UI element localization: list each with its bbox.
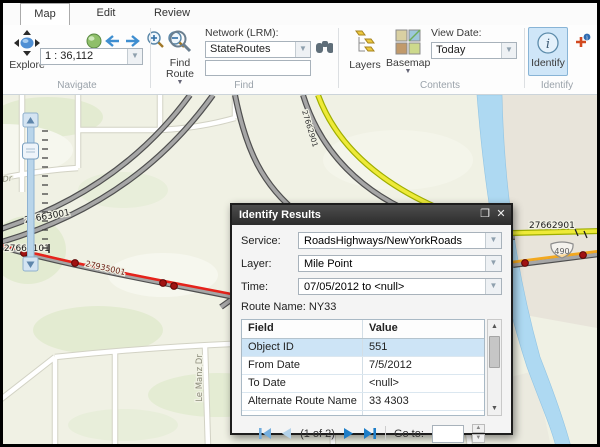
layer-label: Layer: [241,258,298,270]
goto-label: Go to: [394,428,424,440]
map-viewport[interactable]: 490 27663001 27663101 27935001 27662901 … [3,95,597,444]
svg-text:i: i [586,35,588,41]
view-date-label: View Date: [431,27,482,39]
page-indicator: (1 of 2) [300,428,335,440]
column-header-value: Value [363,320,484,338]
identify-button[interactable]: i Identify [528,27,568,76]
route-label: 27663101 [4,244,50,254]
group-separator [338,28,339,88]
layers-button[interactable]: Layers [346,29,384,71]
table-row[interactable]: Alternate Route Name 33 4303 [242,393,484,411]
add-identify-tool-icon[interactable]: i [573,33,591,51]
basemap-button[interactable]: Basemap ▼ [386,29,430,75]
scale-dropdown-arrow[interactable]: ▼ [127,49,142,64]
close-icon[interactable]: ✕ [493,205,509,225]
scale-combobox[interactable]: 1 : 36,112 ▼ [40,48,143,65]
next-page-button[interactable] [343,427,355,440]
ribbon-tab-bar: Map Edit Review [3,3,597,25]
network-combobox[interactable]: StateRoutes ▼ [205,41,311,58]
attribute-table: Field Value Object ID 551 From Date 7/5/… [241,319,485,416]
time-label: Time: [241,281,298,293]
layer-dropdown-arrow[interactable]: ▼ [485,256,501,271]
svg-text:i: i [546,37,550,52]
route-name-value: NY33 [309,301,337,313]
group-label-find: Find [204,80,284,91]
service-field-row: Service: RoadsHighways/NewYorkRoads ▼ [241,232,502,249]
ribbon: Explore 1 : 36,112 ▼ Navigate [3,25,597,95]
identify-results-dialog: Identify Results ❐ ✕ Service: RoadsHighw… [230,203,513,435]
maximize-icon[interactable]: ❐ [477,205,493,225]
network-dropdown-arrow[interactable]: ▼ [295,42,310,57]
find-route-caret-icon: ▼ [160,80,200,86]
goto-spinner: ▲ ▼ [472,424,485,443]
group-separator [524,28,525,88]
table-row[interactable]: From Date 7/5/2012 [242,357,484,375]
goto-page-input[interactable] [432,425,464,443]
tab-map[interactable]: Map [20,3,70,25]
layers-tree-icon [352,29,378,57]
layer-field-row: Layer: Mile Point ▼ [241,255,502,272]
group-label-identify: Identify [517,80,597,91]
layers-label: Layers [346,60,384,71]
slider-thumb[interactable] [23,143,39,159]
view-date-combobox[interactable]: Today ▼ [431,42,517,59]
layer-value: Mile Point [304,257,352,271]
network-lrm-label: Network (LRM): [205,27,279,39]
spinner-up-button[interactable]: ▲ [472,424,485,433]
route-name-row: Route Name: NY33 [241,301,502,313]
table-row[interactable]: To Date <null> [242,375,484,393]
view-date-dropdown-arrow[interactable]: ▼ [501,43,516,58]
time-dropdown-arrow[interactable]: ▼ [485,279,501,294]
table-row-partial [242,411,484,416]
identify-label: Identify [529,58,567,69]
tab-edit[interactable]: Edit [85,3,127,25]
time-value: 07/05/2012 to <null> [304,280,404,294]
find-route-button[interactable]: Find Route ▼ [160,29,200,86]
tab-review[interactable]: Review [146,3,198,25]
route-label: 27662901 [529,221,575,231]
scale-value: 1 : 36,112 [45,49,93,64]
tab-edit-label: Edit [97,7,116,19]
view-date-value: Today [436,43,465,58]
spinner-down-button[interactable]: ▼ [472,434,485,443]
scrollbar-thumb[interactable] [489,336,500,368]
group-label-navigate: Navigate [37,80,117,91]
dialog-title: Identify Results [239,209,321,221]
network-value: StateRoutes [210,42,271,57]
previous-page-button[interactable] [280,427,292,440]
service-label: Service: [241,235,298,247]
explore-pan-icon [13,29,41,57]
first-page-button[interactable] [258,427,272,440]
pagination-bar: (1 of 2) Go to: ▲ ▼ [241,424,502,443]
layer-combobox[interactable]: Mile Point ▼ [298,255,502,272]
route-input[interactable] [205,60,311,76]
time-combobox[interactable]: 07/05/2012 to <null> ▼ [298,278,502,295]
last-page-button[interactable] [363,427,377,440]
route-name-label: Route Name: [241,301,306,313]
table-scrollbar[interactable]: ▲ ▼ [487,319,502,416]
binoculars-icon[interactable] [315,37,333,55]
table-row[interactable]: Object ID 551 [242,339,484,357]
service-combobox[interactable]: RoadsHighways/NewYorkRoads ▼ [298,232,502,249]
tab-map-label: Map [34,8,55,20]
find-route-magnifier-icon [167,29,193,55]
table-header-row: Field Value [242,320,484,339]
service-dropdown-arrow[interactable]: ▼ [485,233,501,248]
group-separator [150,28,151,88]
svg-text:490: 490 [554,247,569,256]
time-field-row: Time: 07/05/2012 to <null> ▼ [241,278,502,295]
dialog-title-bar[interactable]: Identify Results ❐ ✕ [232,205,511,225]
group-label-contents: Contents [400,80,480,91]
pager-divider [385,426,386,441]
scrollbar-down-arrow[interactable]: ▼ [488,402,501,415]
tab-review-label: Review [154,7,190,19]
identify-info-icon: i [536,31,560,55]
app-window: Map Edit Review Explore [0,0,600,447]
service-value: RoadsHighways/NewYorkRoads [304,234,462,248]
street-label: Le Manz Dr [195,354,205,402]
scrollbar-up-arrow[interactable]: ▲ [488,320,501,333]
basemap-grid-icon [395,29,421,55]
column-header-field: Field [242,320,363,338]
basemap-caret-icon: ▼ [386,69,430,75]
